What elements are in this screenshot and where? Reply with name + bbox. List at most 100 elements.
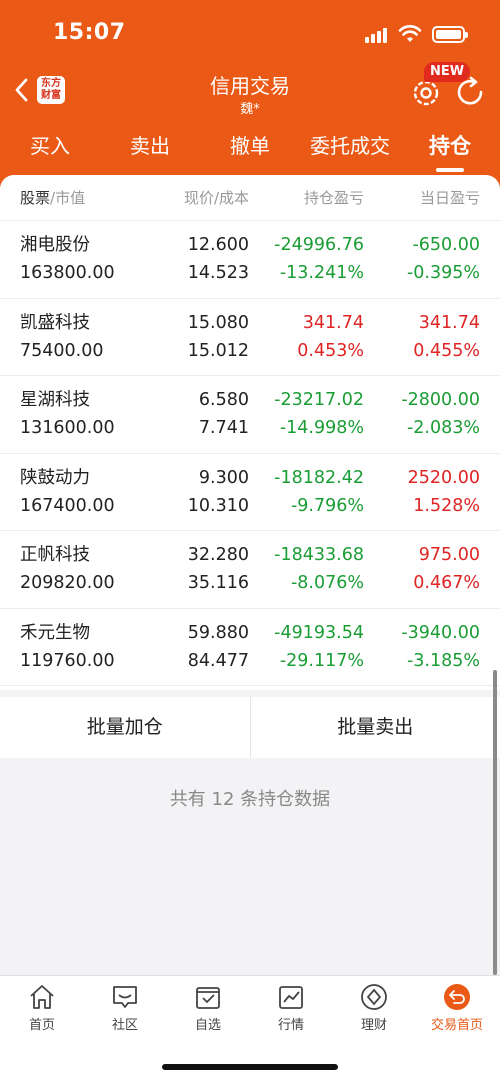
daily-pl-pct: -0.395%: [406, 263, 480, 283]
nav-watchlist-label: 自选: [194, 1018, 221, 1033]
cost-price: 84.477: [187, 650, 249, 671]
position-pl: -23217.02: [274, 390, 364, 410]
position-pl-pct: -9.796%: [290, 495, 364, 516]
market-value: 209820.00: [20, 573, 115, 593]
table-row[interactable]: 湘电股份 163800.00 12.600 14.523 -24996.76 -13.24…: [0, 221, 500, 299]
cellular-signal-icon: [365, 27, 389, 43]
current-price: 15.080: [187, 312, 249, 333]
table-row[interactable]: 禾元生物 119760.00 59.880 84.477 -49193.54 -29.11…: [0, 609, 500, 686]
daily-pl: -2800.00: [401, 390, 480, 410]
stock-name: 凯盛科技: [20, 312, 90, 333]
position-pl-pct: -8.076%: [290, 573, 364, 593]
cost-price: 14.523: [187, 263, 249, 283]
stock-name: 湘电股份: [20, 235, 90, 255]
batch-sell-button[interactable]: 批量卖出: [251, 697, 500, 758]
nav-watchlist[interactable]: 自选: [178, 982, 238, 1033]
status-time: 15:07: [53, 20, 126, 45]
trade-home-icon: [444, 984, 470, 1010]
market-value: 131600.00: [20, 418, 115, 438]
header-market-value: /市值: [50, 189, 86, 207]
daily-pl: -3940.00: [401, 622, 480, 643]
daily-pl-pct: 0.467%: [413, 573, 480, 593]
current-price: 59.880: [187, 622, 249, 643]
batch-action-bar: 批量加仓 批量卖出: [0, 697, 500, 758]
daily-pl-pct: 1.528%: [413, 495, 480, 516]
positions-table: 股票/市值 现价/成本 持仓盈亏 当日盈亏 湘电股份 163800.00 12.60…: [0, 175, 500, 690]
position-pl-pct: -14.998%: [279, 418, 364, 438]
daily-pl-pct: 0.455%: [413, 340, 480, 361]
position-pl: -24996.76: [274, 235, 364, 255]
nav-market[interactable]: 行情: [261, 982, 321, 1033]
position-pl-pct: -13.241%: [279, 263, 364, 283]
stock-name: 陕鼓动力: [20, 467, 90, 488]
tab-orders-fills[interactable]: 委托成交: [300, 122, 400, 178]
daily-pl: 2520.00: [407, 467, 480, 488]
tab-cancel-order[interactable]: 撤单: [200, 122, 300, 178]
current-price: 9.300: [198, 467, 249, 488]
nav-finance-label: 理财: [360, 1018, 387, 1033]
daily-pl: 341.74: [418, 312, 480, 333]
current-price: 6.580: [198, 390, 249, 410]
market-value: 163800.00: [20, 263, 115, 283]
scrollbar[interactable]: [493, 670, 497, 975]
cost-price: 15.012: [187, 340, 249, 361]
refresh-icon[interactable]: [454, 75, 488, 109]
table-row[interactable]: 陕鼓动力 167400.00 9.300 10.310 -18182.42 -9.796%…: [0, 454, 500, 531]
battery-icon: [432, 26, 468, 43]
nav-community-label: 社区: [111, 1018, 138, 1033]
table-row[interactable]: 凯盛科技 75400.00 15.080 15.012 341.74 0.453% 341.…: [0, 299, 500, 376]
batch-add-button[interactable]: 批量加仓: [0, 697, 250, 758]
cost-price: 10.310: [187, 495, 249, 516]
status-bar: 15:07: [0, 0, 500, 66]
watchlist-icon: [196, 987, 220, 1009]
nav-trade-home[interactable]: 交易首页: [427, 982, 487, 1033]
table-row[interactable]: 正帆科技 209820.00 32.280 35.116 -18433.68 -8.076…: [0, 531, 500, 609]
stock-name: 正帆科技: [20, 545, 90, 565]
current-price: 32.280: [187, 545, 249, 565]
finance-diamond-icon: [361, 984, 387, 1010]
home-icon: [30, 985, 54, 1009]
tab-buy[interactable]: 买入: [0, 122, 100, 178]
market-chart-icon: [279, 986, 303, 1009]
position-pl: 341.74: [302, 312, 364, 333]
stock-name: 禾元生物: [20, 622, 90, 643]
position-pl: -49193.54: [274, 622, 364, 643]
home-indicator: [162, 1064, 338, 1070]
position-pl-pct: -29.117%: [279, 650, 364, 671]
active-tab-indicator: [436, 168, 464, 172]
daily-pl: -650.00: [412, 235, 480, 255]
header-daily-pl[interactable]: 当日盈亏: [420, 187, 480, 208]
nav-trade-home-label: 交易首页: [430, 1018, 483, 1033]
header-position-pl[interactable]: 持仓盈亏: [304, 187, 364, 208]
nav-community[interactable]: 社区: [95, 982, 155, 1033]
position-pl: -18433.68: [274, 545, 364, 565]
market-value: 75400.00: [20, 340, 104, 361]
nav-home-label: 首页: [28, 1018, 55, 1033]
header-price-cost[interactable]: 现价/成本: [184, 187, 249, 208]
cost-price: 7.741: [198, 418, 249, 438]
tab-positions[interactable]: 持仓: [400, 122, 500, 178]
trade-tabs: 买入 卖出 撤单 委托成交 持仓: [0, 122, 500, 178]
cost-price: 35.116: [187, 573, 249, 593]
nav-bar: 东方财富 信用交易 魏* NEW: [0, 62, 500, 122]
table-header: 股票/市值 现价/成本 持仓盈亏 当日盈亏: [0, 175, 500, 221]
tab-positions-label: 持仓: [429, 134, 471, 158]
nav-market-label: 行情: [277, 1018, 304, 1033]
market-value: 119760.00: [20, 650, 115, 671]
position-pl: -18182.42: [274, 467, 364, 488]
header-stock: 股票: [20, 189, 51, 207]
position-pl-pct: 0.453%: [297, 340, 364, 361]
positions-count: 共有 12 条持仓数据: [169, 789, 331, 810]
chat-icon: [113, 986, 137, 1008]
wifi-icon: [398, 25, 422, 42]
daily-pl-pct: -2.083%: [406, 418, 480, 438]
nav-finance[interactable]: 理财: [344, 982, 404, 1033]
stock-name: 星湖科技: [20, 390, 90, 410]
daily-pl-pct: -3.185%: [406, 650, 480, 671]
tab-sell[interactable]: 卖出: [100, 122, 200, 178]
header-stock-mv[interactable]: 股票/市值: [20, 187, 85, 208]
table-row[interactable]: 星湖科技 131600.00 6.580 7.741 -23217.02 -14.998%…: [0, 376, 500, 454]
nav-home[interactable]: 首页: [12, 982, 72, 1033]
market-value: 167400.00: [20, 495, 115, 516]
current-price: 12.600: [187, 235, 249, 255]
